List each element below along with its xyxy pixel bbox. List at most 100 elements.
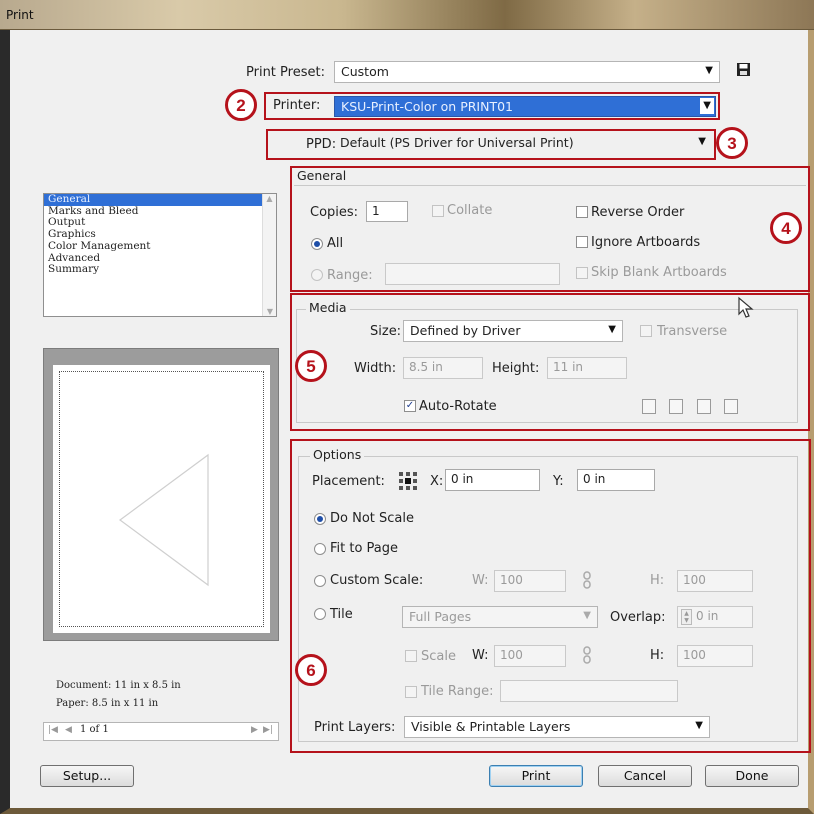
constrain-proportions-icon[interactable] <box>582 570 592 590</box>
list-scrollbar[interactable]: ▲ ▼ <box>262 194 276 316</box>
section-list[interactable]: General Marks and Bleed Output Graphics … <box>43 193 277 317</box>
custom-scale-radio[interactable] <box>314 575 326 587</box>
x-label: X: <box>430 474 444 489</box>
last-page-icon[interactable]: ▶| <box>263 725 273 735</box>
skip-blank-artboards-label: Skip Blank Artboards <box>591 265 727 280</box>
chevron-down-icon: ▼ <box>608 324 616 335</box>
range-label: Range: <box>327 268 373 283</box>
general-group-title: General <box>294 168 350 183</box>
orientation-portrait-flipped-icon[interactable] <box>697 399 711 414</box>
x-position-input[interactable]: 0 in <box>445 469 540 491</box>
next-page-icon[interactable]: ▶ <box>251 725 258 735</box>
all-label: All <box>327 236 344 251</box>
page-number-field[interactable]: 1 of 1 <box>78 724 278 739</box>
tile-scale-h-label: H: <box>650 648 665 663</box>
copies-input[interactable]: 1 <box>366 201 408 222</box>
chevron-down-icon: ▼ <box>698 136 706 147</box>
previous-page-icon[interactable]: ◀ <box>65 725 72 735</box>
overlap-label: Overlap: <box>610 610 666 625</box>
callout-4: 4 <box>770 212 802 244</box>
options-group-title: Options <box>310 447 365 462</box>
callout-3: 3 <box>716 127 748 159</box>
do-not-scale-label: Do Not Scale <box>330 511 414 526</box>
ppd-label: PPD: <box>306 137 337 152</box>
fit-to-page-label: Fit to Page <box>330 541 399 556</box>
done-button[interactable]: Done <box>705 765 799 787</box>
print-preset-label: Print Preset: <box>246 65 325 80</box>
ppd-dropdown[interactable]: Default (PS Driver for Universal Print) … <box>334 133 712 155</box>
ignore-artboards-checkbox[interactable] <box>576 236 588 248</box>
first-page-icon[interactable]: |◀ <box>48 725 58 735</box>
height-input[interactable]: 11 in <box>547 357 627 379</box>
range-input[interactable] <box>385 263 560 285</box>
list-item-summary[interactable]: Summary <box>44 264 276 276</box>
media-group-title: Media <box>306 300 350 315</box>
size-dropdown[interactable]: Defined by Driver ▼ <box>403 320 623 342</box>
list-item-general[interactable]: General <box>44 193 276 206</box>
ignore-artboards-label: Ignore Artboards <box>591 235 701 250</box>
chevron-down-icon: ▼ <box>705 65 713 76</box>
print-layers-dropdown[interactable]: Visible & Printable Layers ▼ <box>404 716 710 738</box>
orientation-landscape-flipped-icon[interactable] <box>724 399 738 414</box>
callout-5: 5 <box>295 350 327 382</box>
overlap-stepper-icon[interactable]: ▲ ▼ <box>681 609 692 625</box>
placement-reference-point-icon[interactable] <box>397 470 419 492</box>
reverse-order-checkbox[interactable] <box>576 206 588 218</box>
custom-scale-w-label: W: <box>472 573 489 588</box>
copies-label: Copies: <box>310 205 359 220</box>
tile-value: Full Pages <box>409 609 472 624</box>
window-titlebar[interactable] <box>0 0 814 30</box>
width-input[interactable]: 8.5 in <box>403 357 483 379</box>
tile-scale-h-input[interactable]: 100 <box>677 645 753 667</box>
orientation-portrait-icon[interactable] <box>642 399 656 414</box>
reverse-order-label: Reverse Order <box>591 205 685 220</box>
setup-button[interactable]: Setup... <box>40 765 134 787</box>
size-value: Defined by Driver <box>410 323 521 338</box>
printer-label: Printer: <box>273 98 321 113</box>
auto-rotate-checkbox[interactable]: ✓ <box>404 400 416 412</box>
window-title: Print <box>6 8 34 22</box>
orientation-landscape-icon[interactable] <box>669 399 683 414</box>
tile-dropdown[interactable]: Full Pages ▼ <box>402 606 598 628</box>
fit-to-page-radio[interactable] <box>314 543 326 555</box>
custom-scale-w-input[interactable]: 100 <box>494 570 566 592</box>
tile-scale-w-input[interactable]: 100 <box>494 645 566 667</box>
callout-2: 2 <box>225 89 257 121</box>
scroll-up-icon[interactable]: ▲ <box>263 194 276 203</box>
print-preview-area[interactable] <box>43 348 279 641</box>
paper-size-text: Paper: 8.5 in x 11 in <box>56 698 159 709</box>
print-preset-dropdown[interactable]: Custom ▼ <box>334 61 720 83</box>
scroll-down-icon[interactable]: ▼ <box>263 307 277 316</box>
preview-artwork <box>118 453 209 587</box>
tile-scale-checkbox[interactable] <box>405 650 417 662</box>
chevron-down-icon: ▼ <box>700 98 714 114</box>
print-layers-value: Visible & Printable Layers <box>411 719 571 734</box>
print-button[interactable]: Print <box>489 765 583 787</box>
size-label: Size: <box>370 324 402 339</box>
cancel-button[interactable]: Cancel <box>598 765 692 787</box>
tile-radio[interactable] <box>314 608 326 620</box>
chevron-down-icon: ▼ <box>583 610 591 621</box>
custom-scale-h-input[interactable]: 100 <box>677 570 753 592</box>
list-item-color-management[interactable]: Color Management <box>44 240 276 253</box>
tile-constrain-proportions-icon[interactable] <box>582 645 592 665</box>
transverse-label: Transverse <box>657 324 728 339</box>
collate-checkbox[interactable] <box>432 205 444 217</box>
collate-label: Collate <box>447 203 493 218</box>
ppd-value: Default (PS Driver for Universal Print) <box>340 135 574 150</box>
print-preset-value: Custom <box>341 64 389 79</box>
printer-dropdown[interactable]: KSU-Print-Color on PRINT01 ▼ <box>334 96 716 117</box>
tile-scale-w-label: W: <box>472 648 489 663</box>
range-radio[interactable] <box>311 269 323 281</box>
do-not-scale-radio[interactable] <box>314 513 326 525</box>
tile-range-checkbox[interactable] <box>405 686 417 698</box>
transverse-checkbox[interactable] <box>640 325 652 337</box>
tile-range-input[interactable] <box>500 680 678 702</box>
skip-blank-artboards-checkbox[interactable] <box>576 267 588 279</box>
save-preset-icon[interactable] <box>736 62 751 77</box>
mouse-pointer-icon <box>737 296 757 320</box>
height-label: Height: <box>492 361 540 376</box>
chevron-down-icon: ▼ <box>695 720 703 731</box>
y-position-input[interactable]: 0 in <box>577 469 655 491</box>
all-radio[interactable] <box>311 238 323 250</box>
